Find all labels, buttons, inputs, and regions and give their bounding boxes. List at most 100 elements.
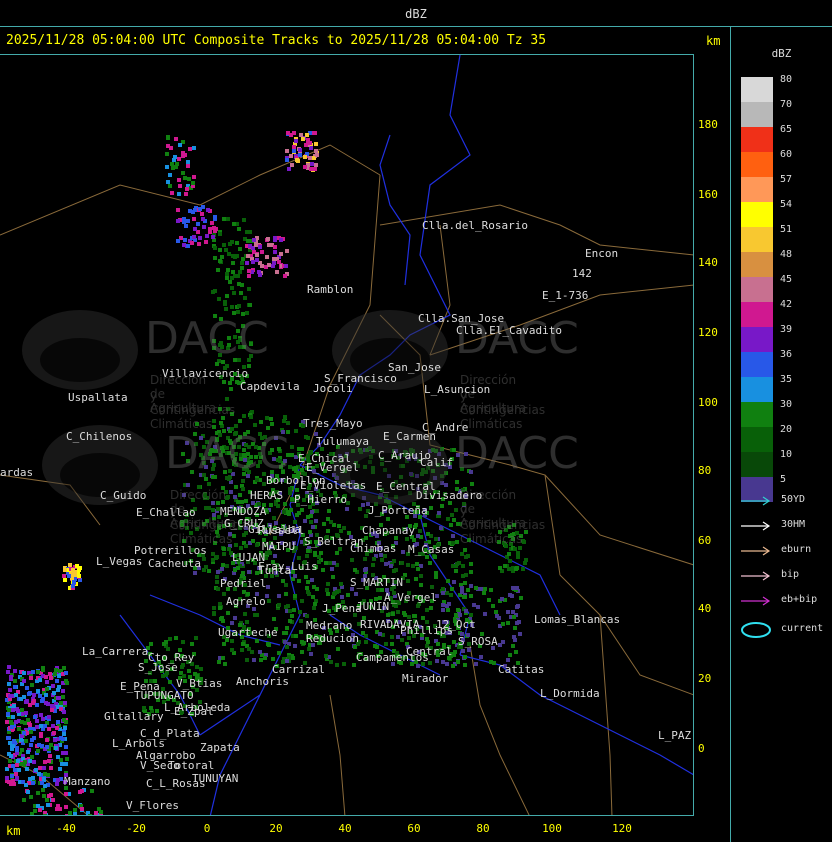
radar-echo-pixel	[515, 566, 519, 570]
legend-swatch	[741, 227, 773, 252]
radar-echo-pixel	[62, 666, 66, 670]
radar-echo-pixel	[63, 578, 67, 582]
radar-echo-pixel	[38, 678, 42, 682]
radar-echo-pixel	[222, 642, 226, 646]
radar-echo-pixel	[463, 548, 467, 552]
radar-echo-pixel	[32, 760, 36, 764]
radar-echo-pixel	[298, 148, 302, 152]
km-unit-label-bottom: km	[6, 824, 21, 838]
radar-echo-pixel	[184, 224, 188, 228]
radar-echo-pixel	[28, 723, 32, 727]
radar-echo-pixel	[310, 578, 314, 582]
legend-swatch-label: 39	[780, 324, 793, 335]
radar-echo-pixel	[182, 243, 186, 247]
radar-echo-pixel	[194, 636, 198, 640]
radar-echo-pixel	[29, 730, 33, 734]
place-label: Tunta	[258, 564, 292, 577]
radar-echo-pixel	[20, 748, 24, 752]
place-label: J_Porteña	[368, 504, 428, 517]
radar-echo-pixel	[22, 671, 26, 675]
place-label: Pedriel	[220, 577, 267, 590]
radar-echo-pixel	[389, 564, 393, 568]
radar-echo-pixel	[329, 660, 333, 664]
legend-swatch-label: 42	[780, 299, 793, 310]
radar-echo-pixel	[275, 270, 279, 274]
radar-echo-pixel	[22, 679, 26, 683]
radar-echo-pixel	[252, 658, 256, 662]
radar-echo-pixel	[419, 574, 423, 578]
place-label: M_Casas	[408, 543, 455, 556]
radar-echo-pixel	[425, 637, 429, 641]
radar-echo-pixel	[193, 227, 197, 231]
radar-echo-pixel	[225, 564, 229, 568]
radar-echo-pixel	[181, 640, 185, 644]
radar-echo-pixel	[292, 608, 296, 612]
x-tick-label: 120	[612, 822, 632, 835]
radar-echo-pixel	[378, 632, 382, 636]
radar-echo-pixel	[324, 561, 328, 565]
radar-echo-pixel	[310, 510, 314, 514]
radar-echo-pixel	[270, 422, 274, 426]
radar-echo-pixel	[215, 555, 219, 559]
place-label: Ramblon	[307, 283, 354, 296]
radar-echo-pixel	[507, 552, 511, 556]
radar-echo-pixel	[288, 491, 292, 495]
radar-echo-pixel	[19, 697, 23, 701]
radar-echo-pixel	[168, 680, 172, 684]
radar-echo-pixel	[27, 692, 31, 696]
radar-echo-pixel	[469, 613, 473, 617]
radar-echo-pixel	[258, 273, 262, 277]
radar-echo-pixel	[315, 509, 319, 513]
place-label: Clla.del_Rosario	[422, 219, 528, 232]
radar-echo-pixel	[363, 557, 367, 561]
radar-echo-pixel	[285, 249, 289, 253]
radar-echo-pixel	[314, 519, 318, 523]
legend-swatch	[741, 252, 773, 277]
radar-echo-pixel	[272, 617, 276, 621]
radar-echo-pixel	[47, 715, 51, 719]
radar-echo-pixel	[249, 415, 253, 419]
radar-echo-pixel	[380, 558, 384, 562]
radar-echo-pixel	[507, 567, 511, 571]
radar-echo-pixel	[354, 592, 358, 596]
radar-echo-pixel	[218, 259, 222, 263]
radar-echo-pixel	[248, 303, 252, 307]
radar-echo-pixel	[226, 268, 230, 272]
watermark-name: DACC	[455, 428, 579, 479]
place-label: Encon	[585, 247, 619, 260]
radar-echo-pixel	[305, 133, 309, 137]
radar-echo-pixel	[286, 421, 290, 425]
radar-echo-pixel	[236, 274, 240, 278]
radar-echo-pixel	[312, 606, 316, 610]
radar-echo-pixel	[228, 280, 232, 284]
radar-echo-pixel	[246, 254, 250, 258]
radar-echo-pixel	[313, 131, 317, 135]
radar-map[interactable]: DACC Dirección de Agricultura y Contingenc…	[0, 54, 694, 816]
radar-echo-pixel	[335, 663, 339, 667]
radar-echo-pixel	[297, 579, 301, 583]
place-label: Chimbas	[350, 542, 397, 555]
radar-echo-pixel	[446, 608, 450, 612]
radar-echo-pixel	[204, 240, 208, 244]
place-label: ardas	[0, 466, 34, 479]
place-label: JUNIN	[356, 600, 390, 613]
radar-echo-pixel	[11, 708, 15, 712]
radar-echo-pixel	[57, 685, 61, 689]
radar-echo-pixel	[55, 782, 59, 786]
radar-echo-pixel	[192, 217, 196, 221]
legend-swatch-label: 48	[780, 249, 793, 260]
radar-echo-pixel	[521, 567, 525, 571]
place-label: Central	[406, 645, 453, 658]
radar-echo-pixel	[56, 696, 60, 700]
radar-echo-pixel	[353, 645, 357, 649]
radar-echo-pixel	[463, 663, 467, 667]
radar-echo-pixel	[299, 619, 303, 623]
radar-echo-pixel	[463, 595, 467, 599]
radar-echo-pixel	[49, 793, 53, 797]
radar-echo-pixel	[283, 415, 287, 419]
track-arrow-icon	[741, 596, 771, 606]
radar-echo-pixel	[36, 804, 40, 808]
radar-echo-pixel	[54, 668, 58, 672]
watermark-line2: y Contingencias Climáticas	[460, 504, 546, 546]
y-tick-label: 140	[698, 256, 718, 269]
